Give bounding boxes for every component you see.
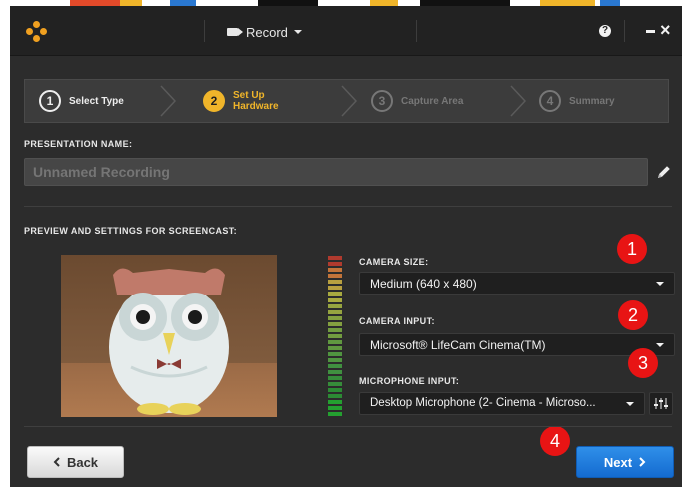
close-button[interactable]: × — [660, 20, 671, 40]
presentation-name-input[interactable] — [24, 158, 648, 186]
app-logo-icon — [26, 21, 48, 43]
back-button-label: Back — [66, 454, 99, 470]
next-button-label: Next — [603, 454, 633, 470]
record-menu-label: Record — [246, 24, 288, 40]
chevron-down-icon — [656, 343, 664, 347]
annotation-badge-2: 2 — [618, 300, 648, 330]
camera-size-value: Medium (640 x 480) — [370, 277, 477, 291]
pencil-icon[interactable] — [655, 163, 673, 181]
microphone-input-label: MICROPHONE INPUT: — [359, 376, 460, 386]
chevron-down-icon — [626, 402, 634, 406]
camera-size-label: CAMERA SIZE: — [359, 257, 429, 267]
close-icon: × — [660, 20, 671, 40]
owl-figurine-image — [61, 255, 277, 417]
title-separator — [204, 20, 205, 42]
step-select-type[interactable]: 1 Select Type — [39, 80, 139, 122]
chevron-down-icon — [293, 30, 302, 34]
video-camera-icon — [227, 28, 243, 36]
step-label: Capture Area — [401, 95, 464, 107]
camera-preview-image — [61, 255, 277, 417]
camera-input-value: Microsoft® LifeCam Cinema(TM) — [370, 338, 546, 352]
chevron-down-icon — [656, 282, 664, 286]
recorder-window: Record ? × 1 Select Type 2 Set Up Hardwa… — [10, 6, 682, 487]
annotation-badge-1: 1 — [617, 234, 647, 264]
step-divider-chevron-icon — [510, 85, 527, 117]
help-button[interactable]: ? — [599, 25, 611, 37]
next-button[interactable]: Next — [576, 446, 674, 478]
step-label: Summary — [569, 95, 615, 107]
camera-input-label: CAMERA INPUT: — [359, 316, 435, 326]
preview-section-label: PREVIEW AND SETTINGS FOR SCREENCAST: — [24, 226, 238, 236]
step-set-up-hardware[interactable]: 2 Set Up Hardware — [203, 80, 303, 122]
step-number: 1 — [39, 90, 61, 112]
microphone-input-value: Desktop Microphone (2- Cinema - Microso.… — [370, 397, 596, 409]
annotation-badge-4: 4 — [540, 426, 570, 456]
footer-divider — [24, 426, 672, 427]
equalizer-icon — [654, 398, 668, 409]
step-label: Set Up Hardware — [233, 90, 279, 112]
title-separator — [416, 20, 417, 42]
step-summary[interactable]: 4 Summary — [539, 80, 639, 122]
minimize-button[interactable] — [646, 30, 655, 33]
record-menu-button[interactable]: Record — [227, 22, 302, 42]
chevron-left-icon — [53, 457, 60, 467]
chevron-right-icon — [639, 457, 646, 467]
microphone-input-dropdown[interactable]: Desktop Microphone (2- Cinema - Microso.… — [359, 392, 645, 415]
step-number: 2 — [203, 90, 225, 112]
camera-size-dropdown[interactable]: Medium (640 x 480) — [359, 272, 675, 295]
step-divider-chevron-icon — [160, 85, 177, 117]
step-label: Select Type — [69, 95, 124, 107]
step-divider-chevron-icon — [341, 85, 358, 117]
audio-level-meter — [328, 256, 342, 418]
step-number: 4 — [539, 90, 561, 112]
annotation-badge-3: 3 — [628, 348, 658, 378]
wizard-steps: 1 Select Type 2 Set Up Hardware 3 Captur… — [24, 79, 669, 123]
audio-mixer-button[interactable] — [649, 392, 673, 415]
presentation-name-label: PRESENTATION NAME: — [24, 139, 133, 149]
section-divider — [24, 206, 672, 207]
question-circle-icon: ? — [601, 25, 609, 36]
back-button[interactable]: Back — [27, 446, 124, 478]
title-separator — [624, 20, 625, 42]
step-capture-area[interactable]: 3 Capture Area — [371, 80, 471, 122]
camera-input-dropdown[interactable]: Microsoft® LifeCam Cinema(TM) — [359, 333, 675, 356]
step-number: 3 — [371, 90, 393, 112]
title-bar: Record ? × — [10, 6, 682, 56]
